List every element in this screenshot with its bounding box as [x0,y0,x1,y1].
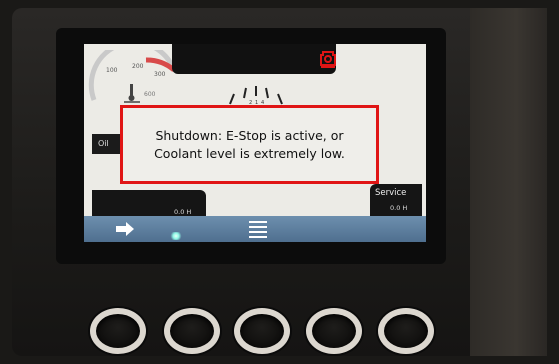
softkey-4-button[interactable] [306,308,362,354]
status-led-icon [170,232,182,240]
hardware-softkeys [80,296,460,362]
softkey-1-button[interactable] [90,308,146,354]
engine-hours-value: 0.0 H [174,208,192,216]
gauge-tick-label: 600 [144,91,156,98]
rpm-gauge: 2 1 4 [229,86,283,106]
display-screen: 100 200 300 600 2 1 4 Oil Shutdown: E-St… [84,44,426,242]
service-label: Service [375,188,407,198]
alert-message: Shutdown: E-Stop is active, or Coolant l… [154,127,345,163]
device-side-panel [470,8,547,356]
softkey-5-button[interactable] [378,308,434,354]
temperature-gauge: 100 200 300 600 [88,50,177,103]
arrow-right-icon[interactable] [114,221,136,237]
softkey-3-button[interactable] [234,308,290,354]
menu-icon[interactable] [248,220,268,238]
alert-message-line-2: Coolant level is extremely low. [154,145,345,161]
engine-hours-panel[interactable]: 0.0 H [92,190,206,216]
gauge-tick-label: 300 [154,71,166,78]
service-panel[interactable]: Service 0.0 H [370,184,422,216]
service-hours-value: 0.0 H [390,204,408,212]
gauge-tick-label: 200 [132,63,144,70]
shutdown-alert-dialog[interactable]: Shutdown: E-Stop is active, or Coolant l… [120,105,379,184]
alarm-status-tab [172,44,336,74]
gauge-tick-label: 100 [106,67,118,74]
softkey-2-button[interactable] [164,308,220,354]
engine-alarm-icon [320,51,336,68]
navigation-bar [84,216,426,242]
thermometer-icon [124,84,140,103]
alert-message-line-1: Shutdown: E-Stop is active, or [155,127,344,143]
